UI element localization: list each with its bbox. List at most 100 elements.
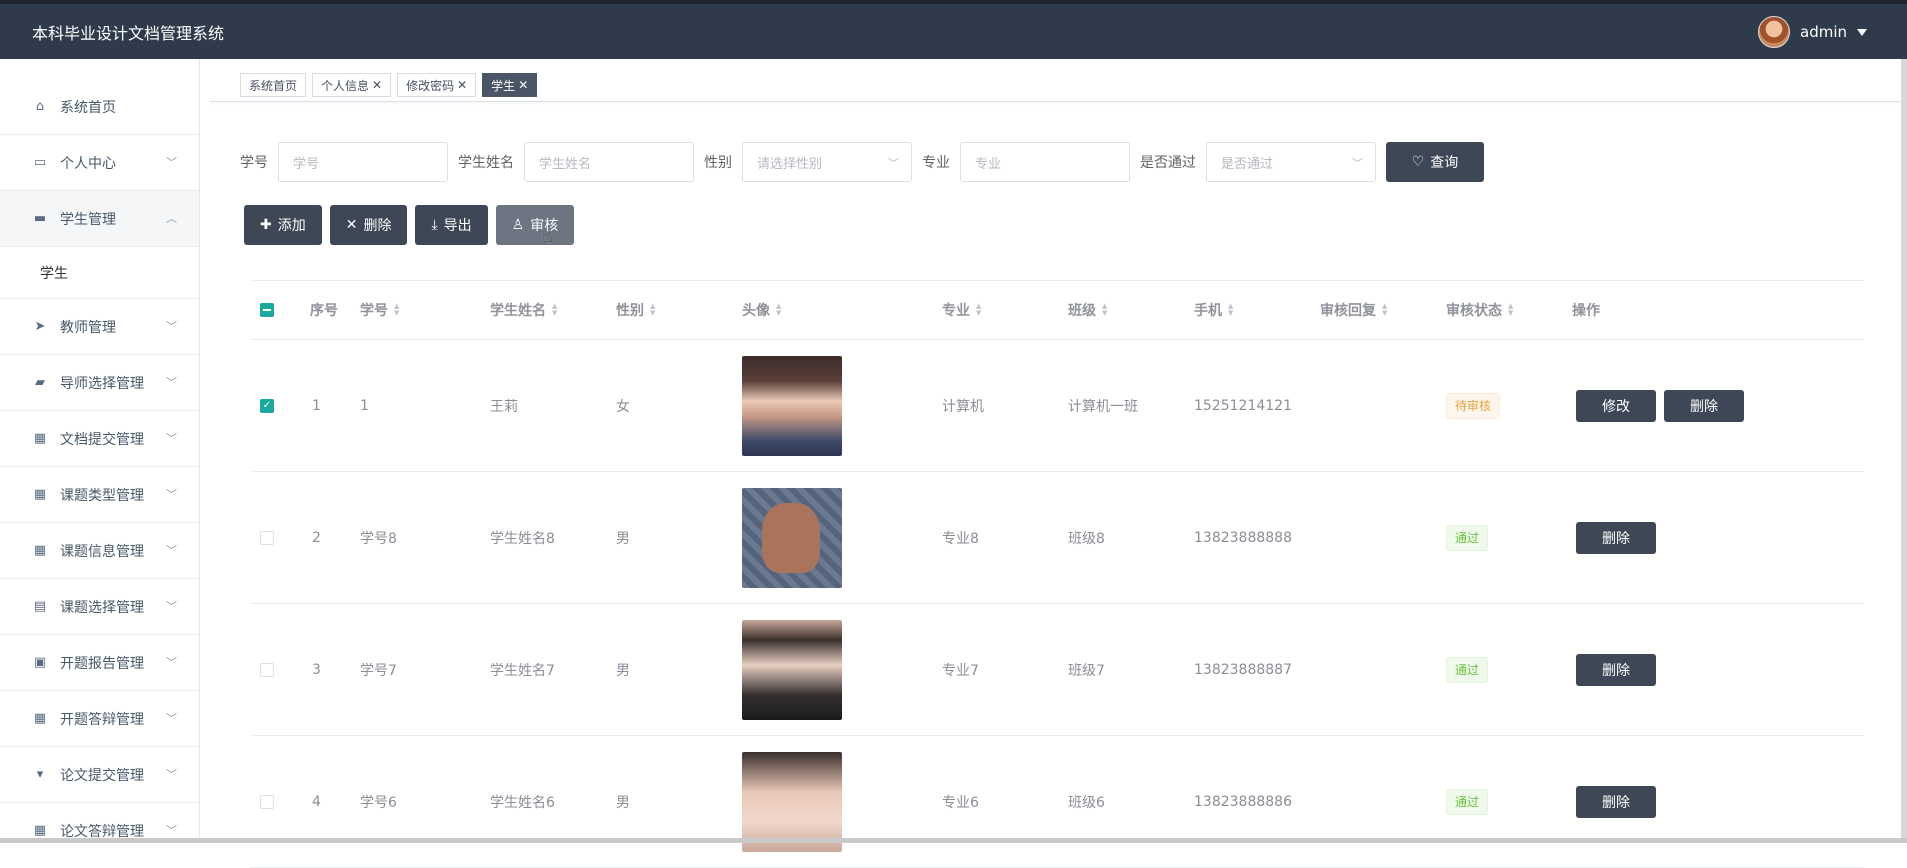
chevron-down-icon: ﹀ [166, 712, 177, 725]
tab-home[interactable]: 系统首页 [240, 73, 307, 97]
major-input[interactable]: 专业 [960, 142, 1130, 182]
sidebar-item-topic-type[interactable]: ▦ 课题类型管理 ﹀ [0, 467, 199, 523]
edit-button[interactable]: 修改 [1576, 389, 1656, 422]
sidebar-item-teacher-management[interactable]: ➤ 教师管理 ﹀ [0, 299, 199, 355]
sidebar-item-student-management[interactable]: ▬ 学生管理 ︿ [0, 191, 199, 247]
row-checkbox[interactable] [260, 736, 274, 867]
user-name[interactable]: admin [1800, 23, 1847, 41]
chevron-down-icon: ﹀ [166, 824, 177, 837]
review-button[interactable]: ♙ 审核 [495, 205, 575, 245]
close-icon[interactable]: ✕ [372, 78, 382, 92]
query-button[interactable]: ♡ 查询 [1386, 142, 1484, 182]
sort-icon[interactable]: ▲ ▼ [1508, 303, 1513, 317]
table-row[interactable]: 2 学号8 学生姓名8 男 专业8 班级8 13823888888 通过 删除 [250, 472, 1864, 604]
sort-icon[interactable]: ▲ ▼ [776, 303, 781, 317]
tab-label: 个人信息 [321, 78, 370, 93]
student-name-input[interactable]: 学生姓名 [524, 142, 694, 182]
table-row[interactable]: 4 学号6 学生姓名6 男 专业6 班级6 13823888886 通过 删除 [250, 736, 1864, 868]
passed-select[interactable]: 是否通过 ﹀ [1206, 142, 1376, 182]
row-delete-button[interactable]: 删除 [1576, 653, 1656, 686]
student-name: 王莉 [490, 398, 518, 415]
sidebar-item-label: 学生管理 [60, 211, 116, 228]
tab-change-password[interactable]: 修改密码 ✕ [397, 73, 477, 97]
row-index: 1 [312, 397, 321, 414]
wallet-icon: ▣ [33, 655, 47, 670]
caret-down-icon[interactable] [1857, 28, 1867, 36]
sidebar-item-home[interactable]: ⌂ 系统首页 [0, 79, 199, 135]
sort-icon[interactable]: ▲ ▼ [394, 303, 399, 317]
student-photo[interactable] [742, 487, 842, 588]
student-photo[interactable] [742, 751, 842, 852]
tab-student[interactable]: 学生 ✕ [482, 73, 538, 97]
export-button[interactable]: ⤓ 导出 [415, 205, 488, 245]
tab-label: 学生 [491, 78, 516, 93]
column-header[interactable]: 头像 ▲ ▼ [742, 281, 781, 339]
apps-icon: ▦ [33, 487, 47, 502]
column-header[interactable]: 学号 ▲ ▼ [360, 281, 399, 339]
send-icon: ➤ [34, 319, 46, 334]
grid-icon: ▦ [33, 711, 47, 726]
sidebar-subitem-student[interactable]: 学生 [0, 247, 199, 299]
sort-icon[interactable]: ▲ ▼ [976, 303, 981, 317]
class: 班级6 [1068, 794, 1105, 811]
sidebar-item-personal-center[interactable]: ▭ 个人中心 ﹀ [0, 135, 199, 191]
sort-icon[interactable]: ▲ ▼ [650, 303, 655, 317]
row-delete-button[interactable]: 删除 [1576, 521, 1656, 554]
sort-icon[interactable]: ▲ ▼ [552, 303, 557, 317]
sidebar-item-proposal-defense[interactable]: ▦ 开题答辩管理 ﹀ [0, 691, 199, 747]
table-row[interactable]: ✓ 1 1 王莉 女 计算机 计算机一班 15251214121 待审核 修改 … [250, 340, 1864, 472]
student-no-placeholder: 学号 [293, 156, 320, 172]
student-name: 学生姓名8 [490, 530, 555, 547]
column-header[interactable]: 审核状态 ▲ ▼ [1446, 281, 1513, 339]
column-header[interactable]: 手机 ▲ ▼ [1194, 281, 1233, 339]
column-header[interactable]: 性别 ▲ ▼ [616, 281, 655, 339]
sort-icon[interactable]: ▲ ▼ [1102, 303, 1107, 317]
sort-icon[interactable]: ▲ ▼ [1228, 303, 1233, 317]
student-no: 学号6 [360, 794, 397, 811]
sidebar-item-thesis-submission[interactable]: ▾ 论文提交管理 ﹀ [0, 747, 199, 803]
ticket-icon: ▰ [35, 375, 45, 390]
download-icon: ⤓ [431, 217, 438, 233]
add-button[interactable]: ✚ 添加 [244, 205, 322, 245]
column-header[interactable]: 学生姓名 ▲ ▼ [490, 281, 557, 339]
student-photo[interactable] [742, 619, 842, 720]
page-scrollbar[interactable] [1901, 59, 1907, 843]
user-avatar[interactable] [1758, 16, 1790, 48]
row-checkbox[interactable] [260, 604, 274, 735]
monitor-icon: ▬ [33, 211, 47, 226]
delete-button[interactable]: ✕ 删除 [329, 205, 408, 245]
pointer-cursor-icon: ☝ [542, 226, 553, 247]
gender-select[interactable]: 请选择性别 ﹀ [742, 142, 912, 182]
select-all-checkbox[interactable] [260, 281, 274, 339]
sidebar-item-topic-selection[interactable]: ▤ 课题选择管理 ﹀ [0, 579, 199, 635]
user-menu[interactable]: admin [1758, 16, 1867, 48]
sidebar-item-topic-info[interactable]: ▦ 课题信息管理 ﹀ [0, 523, 199, 579]
chevron-down-icon: ﹀ [166, 376, 177, 389]
column-header[interactable]: 班级 ▲ ▼ [1068, 281, 1107, 339]
gender-placeholder: 请选择性别 [757, 156, 823, 172]
sidebar-item-label: 文档提交管理 [60, 431, 144, 448]
student-photo[interactable] [742, 355, 842, 456]
sort-icon[interactable]: ▲ ▼ [1382, 303, 1387, 317]
table-header: 序号 学号 ▲ ▼ 学生姓名 ▲ ▼ 性别 ▲ ▼ 头像 ▲ ▼ 专业 ▲ ▼ 班级 ▲ ▼ 手机 ▲ ▼ … [250, 280, 1864, 340]
sidebar-item-thesis-defense[interactable]: ▦ 论文答辩管理 ﹀ [0, 803, 199, 843]
sidebar-item-document-submission[interactable]: ▦ 文档提交管理 ﹀ [0, 411, 199, 467]
chevron-up-icon: ︿ [166, 212, 177, 225]
close-icon[interactable]: ✕ [457, 78, 467, 92]
chevron-down-icon: ﹀ [166, 768, 177, 781]
column-header[interactable]: 审核回复 ▲ ▼ [1320, 281, 1387, 339]
column-header[interactable]: 专业 ▲ ▼ [942, 281, 981, 339]
student-no-input[interactable]: 学号 [278, 142, 448, 182]
close-icon[interactable]: ✕ [518, 78, 528, 92]
table-row[interactable]: 3 学号7 学生姓名7 男 专业7 班级7 13823888887 通过 删除 [250, 604, 1864, 736]
row-delete-button[interactable]: 删除 [1664, 389, 1744, 422]
row-checkbox[interactable] [260, 472, 274, 603]
row-checkbox[interactable]: ✓ [260, 340, 274, 471]
app-title: 本科毕业设计文档管理系统 [32, 24, 225, 43]
sidebar-item-advisor-selection[interactable]: ▰ 导师选择管理 ﹀ [0, 355, 199, 411]
sidebar-item-proposal-report[interactable]: ▣ 开题报告管理 ﹀ [0, 635, 199, 691]
tab-personal-info[interactable]: 个人信息 ✕ [312, 73, 392, 97]
major-label: 专业 [922, 155, 950, 171]
passed-label: 是否通过 [1140, 155, 1196, 171]
row-delete-button[interactable]: 删除 [1576, 785, 1656, 818]
